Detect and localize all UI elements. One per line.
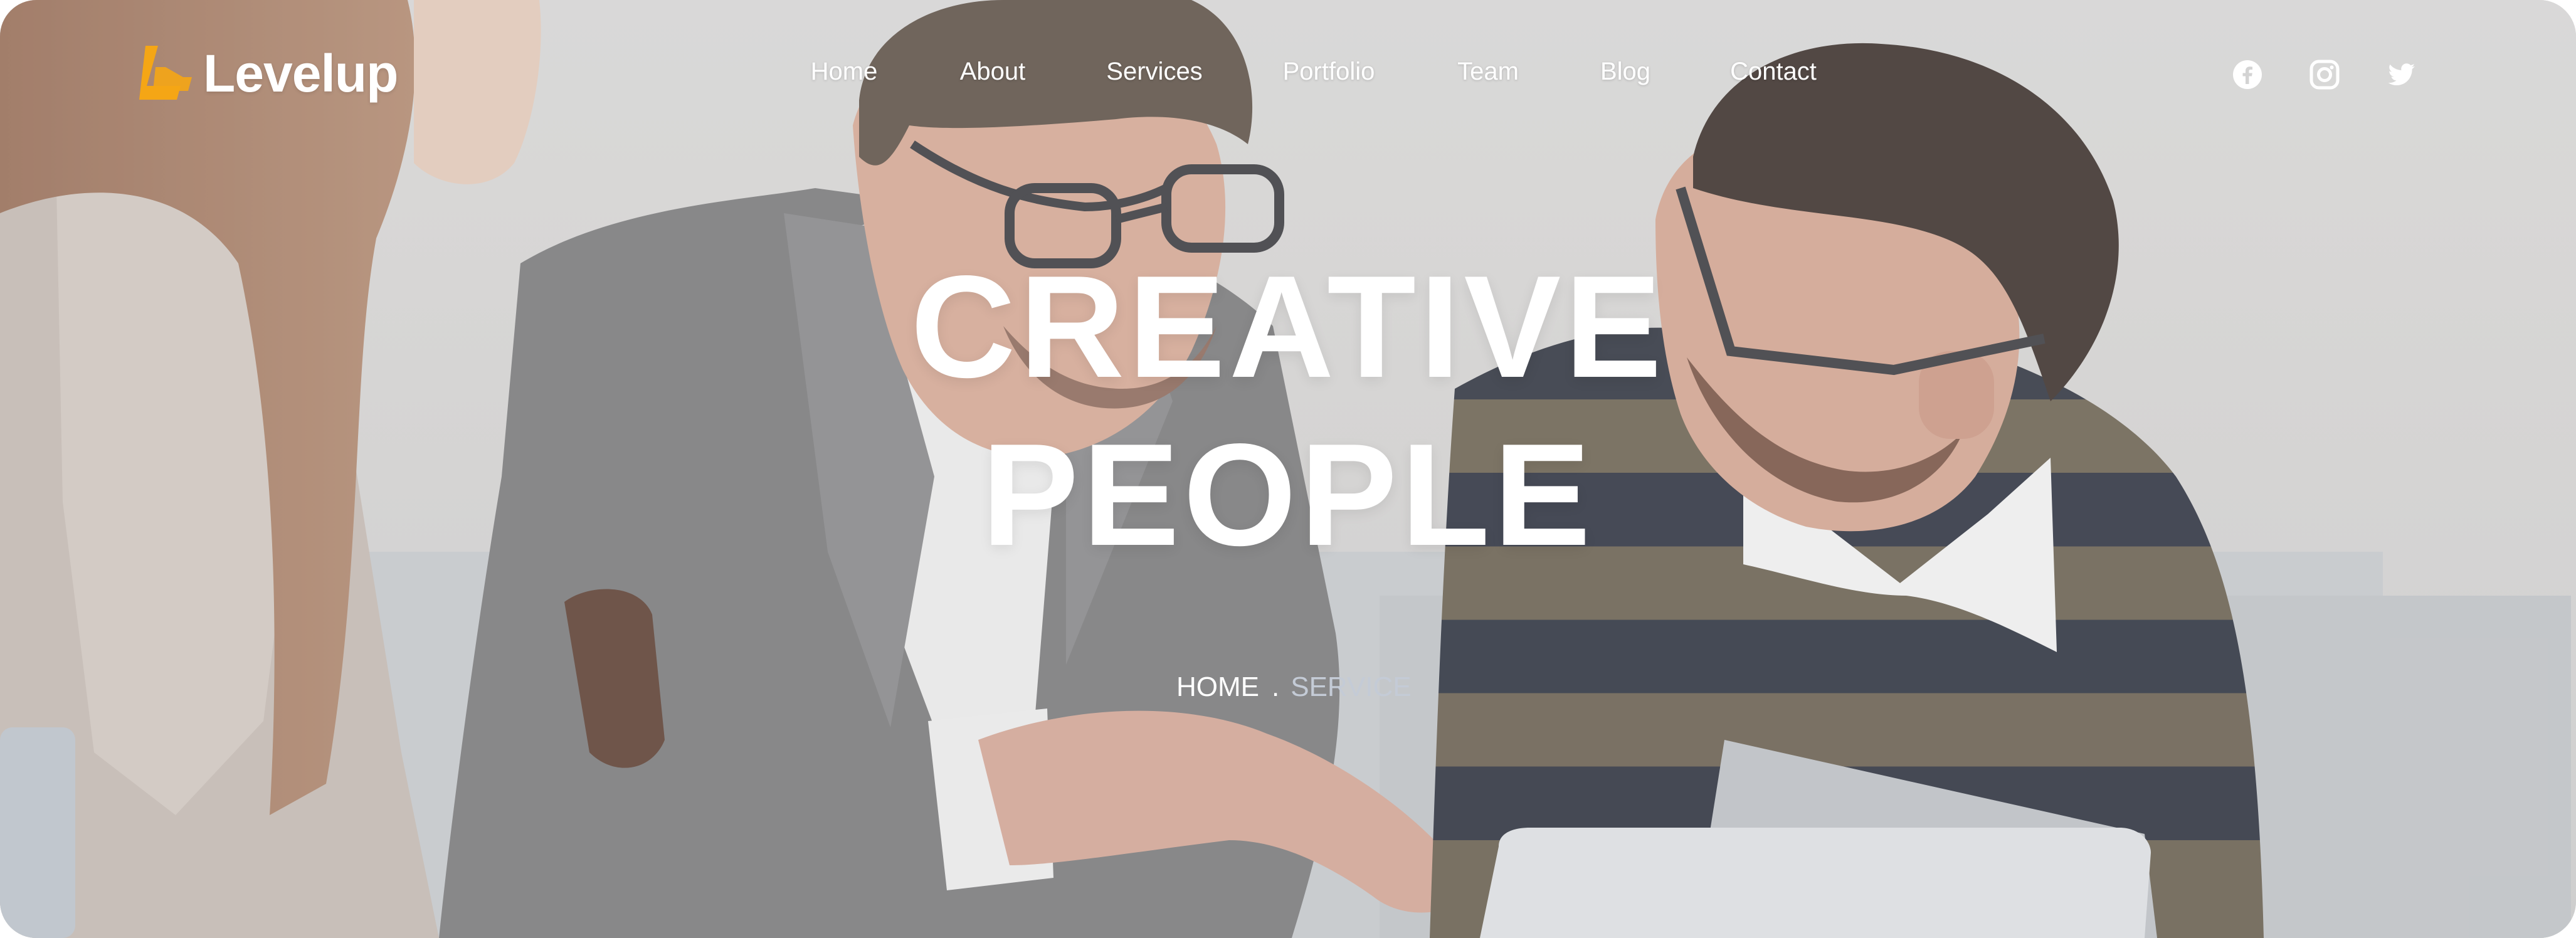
main-nav: Home About Services Portfolio Team Blog … [0,58,2576,95]
nav-item-about[interactable]: About [960,58,1026,86]
twitter-icon[interactable] [2386,59,2417,90]
nav-item-services[interactable]: Services [1106,58,1202,86]
breadcrumb-home-link[interactable]: HOME [1176,672,1259,702]
nav-item-team[interactable]: Team [1457,58,1519,86]
hero-title-line-2: PEOPLE [981,414,1595,576]
facebook-icon[interactable] [2232,59,2263,90]
nav-item-portfolio[interactable]: Portfolio [1283,58,1375,86]
breadcrumb-separator: . [1272,672,1280,702]
hero-title: CREATIVE PEOPLE [0,243,2576,579]
nav-item-blog[interactable]: Blog [1600,58,1650,86]
hero-banner: Levelup Home About Services Portfolio Te… [0,0,2576,938]
hero-title-line-1: CREATIVE [911,246,1665,408]
instagram-icon[interactable] [2309,59,2340,90]
breadcrumb: HOME. SERVICE [1176,668,1412,706]
nav-item-home[interactable]: Home [811,58,878,86]
nav-item-contact[interactable]: Contact [1730,58,1817,86]
breadcrumb-current: SERVICE [1291,672,1412,702]
